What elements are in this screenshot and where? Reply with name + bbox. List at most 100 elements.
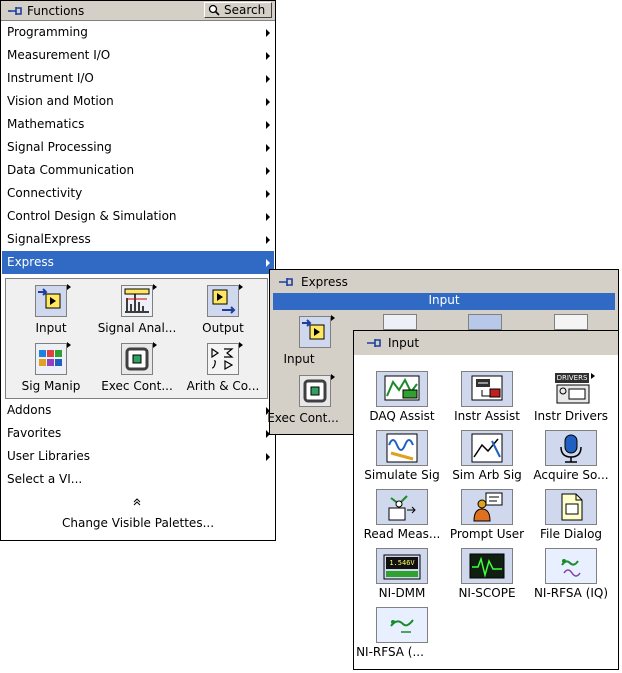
pushpin-icon[interactable] <box>278 275 294 289</box>
tile-input[interactable]: Input <box>8 281 94 339</box>
pushpin-icon[interactable] <box>366 336 382 350</box>
menu-item-label: Mathematics <box>7 117 85 131</box>
menu-item-signal-processing[interactable]: Signal Processing <box>2 136 274 159</box>
input-icon <box>299 315 335 348</box>
tile-arith-compare[interactable]: Arith & Co... <box>180 339 266 397</box>
tile-label: Output <box>202 321 244 335</box>
menu-item-measurement-io[interactable]: Measurement I/O <box>2 44 274 67</box>
tile-instr-assist[interactable]: Instr Assist <box>444 369 530 427</box>
tile-sig-manip[interactable]: Sig Manip <box>8 339 94 397</box>
tile-output[interactable]: Output <box>180 281 266 339</box>
tile-label: Input <box>283 352 315 366</box>
menu-item-connectivity[interactable]: Connectivity <box>2 182 274 205</box>
submenu-arrow-icon <box>266 144 270 152</box>
menu-item-data-communication[interactable]: Data Communication <box>2 159 274 182</box>
execution-control-icon <box>299 374 335 407</box>
menu-item-vision-and-motion[interactable]: Vision and Motion <box>2 90 274 113</box>
tile-prompt-user[interactable]: Prompt User <box>444 487 530 545</box>
tile-file-dialog[interactable]: File Dialog <box>528 487 614 545</box>
express-titlebar[interactable]: Express <box>270 270 618 292</box>
tile-label: Sig Manip <box>21 379 81 393</box>
tile-instr-drivers[interactable]: DRIVERS Instr Drivers <box>528 369 614 427</box>
functions-title: Functions <box>27 4 85 18</box>
tile-sim-arb-sig[interactable]: Sim Arb Sig <box>444 428 530 486</box>
collapse-chevron-icon[interactable] <box>132 497 142 507</box>
tile-read-meas[interactable]: Read Meas... <box>359 487 445 545</box>
tile-acquire-sound[interactable]: Acquire So... <box>528 428 614 486</box>
submenu-arrow-icon <box>266 236 270 244</box>
express-tile-exec-control[interactable]: Exec Cont... <box>267 371 358 429</box>
menu-item-express[interactable]: Express <box>2 251 274 274</box>
search-button[interactable]: Search <box>204 2 272 18</box>
menu-item-label: Connectivity <box>7 186 83 200</box>
menu-item-label: Signal Processing <box>7 140 112 154</box>
tile-label: Instr Drivers <box>533 409 609 423</box>
simulate-arbitrary-signal-icon <box>461 430 513 466</box>
simulate-signal-icon <box>376 430 428 466</box>
menu-item-control-design-simulation[interactable]: Control Design & Simulation <box>2 205 274 228</box>
menu-item-label: Data Communication <box>7 163 135 177</box>
express-tile-sig-manip-partial[interactable] <box>554 314 588 330</box>
instrument-assistant-icon <box>461 371 513 407</box>
tile-label: Signal Anal... <box>97 321 177 335</box>
change-visible-palettes-link[interactable]: Change Visible Palettes... <box>2 516 274 530</box>
submenu-arrow-icon <box>239 342 243 348</box>
menu-item-label: Express <box>7 255 54 269</box>
express-tile-input[interactable]: Input <box>272 312 358 370</box>
read-measurement-file-icon <box>376 489 428 525</box>
tile-daq-assist[interactable]: DAQ Assist <box>359 369 445 427</box>
express-title: Express <box>301 275 348 289</box>
menu-item-label: Favorites <box>7 426 62 440</box>
tile-simulate-sig[interactable]: Simulate Sig <box>359 428 445 486</box>
selected-label: Input <box>428 293 460 307</box>
input-title: Input <box>388 336 420 350</box>
tile-label: File Dialog <box>539 527 603 541</box>
search-label: Search <box>224 3 266 17</box>
submenu-arrow-icon <box>266 75 270 83</box>
tile-ni-rfsa-iq[interactable]: NI-RFSA (IQ) <box>528 546 614 604</box>
file-dialog-icon <box>545 489 597 525</box>
signal-manipulation-icon <box>35 342 71 375</box>
tile-label: Sim Arb Sig <box>452 468 522 482</box>
tile-label: Prompt User <box>449 527 525 541</box>
menu-item-label: Select a VI... <box>7 472 83 486</box>
tile-label: NI-SCOPE <box>458 586 516 600</box>
express-selected-input-row[interactable]: Input <box>273 293 615 310</box>
tile-ni-scope[interactable]: NI-SCOPE <box>444 546 530 604</box>
menu-item-label: SignalExpress <box>7 232 91 246</box>
tile-signal-analysis[interactable]: Signal Anal... <box>94 281 180 339</box>
menu-item-addons[interactable]: Addons <box>2 399 274 422</box>
submenu-arrow-icon <box>591 373 595 379</box>
functions-titlebar[interactable]: Functions Search <box>1 1 275 21</box>
search-icon <box>208 4 220 16</box>
submenu-arrow-icon <box>239 284 243 290</box>
arithmetic-comparison-icon <box>207 342 243 375</box>
pushpin-icon[interactable] <box>7 4 23 18</box>
menu-item-mathematics[interactable]: Mathematics <box>2 113 274 136</box>
menu-item-user-libraries[interactable]: User Libraries <box>2 445 274 468</box>
menu-item-programming[interactable]: Programming <box>2 21 274 44</box>
input-titlebar[interactable]: Input <box>354 331 618 355</box>
tile-label: Acquire So... <box>533 468 609 482</box>
submenu-arrow-icon <box>266 52 270 60</box>
menu-item-label: Addons <box>7 403 52 417</box>
tile-label: NI-RFSA (IQ) <box>533 586 609 600</box>
menu-item-label: Measurement I/O <box>7 48 111 62</box>
submenu-arrow-icon <box>331 374 335 380</box>
tile-ni-rfsa[interactable]: NI-RFSA (... <box>356 605 445 663</box>
express-tile-output-partial[interactable] <box>468 314 502 330</box>
menu-item-select-a-vi[interactable]: Select a VI... <box>2 468 274 491</box>
submenu-arrow-icon <box>266 167 270 175</box>
menu-item-signalexpress[interactable]: SignalExpress <box>2 228 274 251</box>
signal-analysis-icon <box>121 284 157 317</box>
daq-assistant-icon <box>376 371 428 407</box>
tile-label: Input <box>35 321 67 335</box>
menu-item-favorites[interactable]: Favorites <box>2 422 274 445</box>
express-tile-signal-analysis-partial[interactable] <box>383 314 417 330</box>
tile-exec-control[interactable]: Exec Cont... <box>94 339 180 397</box>
menu-item-instrument-io[interactable]: Instrument I/O <box>2 67 274 90</box>
submenu-arrow-icon <box>153 284 157 290</box>
submenu-arrow-icon <box>266 190 270 198</box>
submenu-arrow-icon <box>266 29 270 37</box>
tile-ni-dmm[interactable]: 1.546V NI-DMM <box>359 546 445 604</box>
